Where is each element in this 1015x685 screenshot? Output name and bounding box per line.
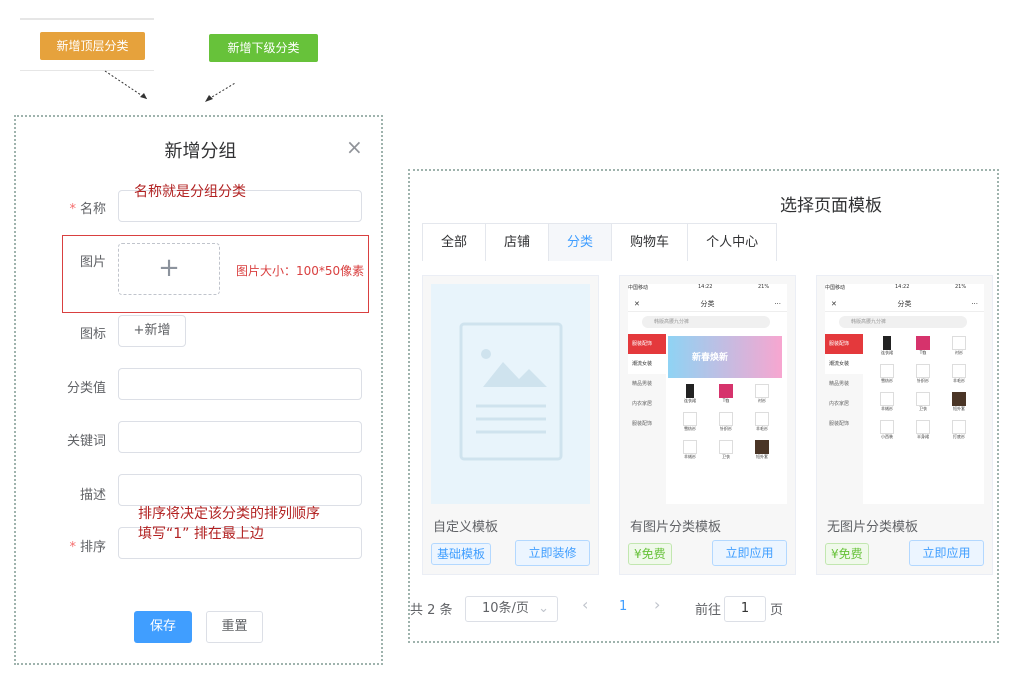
desc-input[interactable]	[118, 474, 362, 506]
close-icon[interactable]: ×	[346, 135, 363, 159]
goto-label: 前往	[695, 603, 722, 618]
template-dialog: 选择页面模板 全部 店铺 分类 购物车 个人中心 自定义模板 基础模板 立即装修…	[408, 169, 999, 643]
card-tag: 基础模板	[431, 543, 492, 565]
value-input[interactable]	[118, 368, 362, 400]
tab-profile[interactable]: 个人中心	[687, 223, 778, 261]
template-preview: 中国移动 14:22 21% ✕ 分类 ··· 韩版高腰九分裤 服装配饰 潮流女装 精品…	[628, 284, 787, 504]
more-icon: ···	[774, 300, 781, 308]
apply-button[interactable]: 立即应用	[909, 540, 984, 566]
page-unit-label: 页	[770, 603, 784, 618]
image-label: 图片	[79, 255, 106, 270]
arrows-annotation	[104, 70, 235, 102]
phone-status-bar: 中国移动 14:22 21%	[825, 284, 967, 291]
template-card-with-image: 中国移动 14:22 21% ✕ 分类 ··· 韩版高腰九分裤 服装配饰 潮流女装 精品…	[619, 275, 796, 575]
sort-label: * 排序	[69, 540, 106, 555]
decorate-button[interactable]: 立即装修	[515, 540, 590, 566]
name-annotation: 名称就是分组分类	[134, 184, 246, 200]
close-icon: ✕	[831, 300, 837, 308]
tab-category[interactable]: 分类	[548, 223, 612, 261]
name-label: * 名称	[69, 202, 106, 217]
add-top-category-button[interactable]: 新增顶层分类	[40, 32, 145, 60]
tab-shop[interactable]: 店铺	[485, 223, 549, 261]
desc-label: 描述	[79, 488, 106, 503]
image-size-annotation: 图片大小：100*50像素	[236, 264, 365, 278]
template-card-custom: 自定义模板 基础模板 立即装修	[422, 275, 599, 575]
phone-search: 韩版高腰九分裤	[839, 316, 967, 328]
template-preview: 中国移动 14:22 21% ✕ 分类 ··· 韩版高腰九分裤 服装配饰 潮流女装 精品…	[825, 284, 984, 504]
icon-label: 图标	[79, 327, 106, 342]
sort-annotation-line1: 排序将决定该分类的排列顺序	[138, 506, 320, 522]
phone-search: 韩版高腰九分裤	[642, 316, 770, 328]
placeholder-image-icon	[431, 284, 590, 504]
card-tag: ¥免费	[825, 543, 869, 565]
dialog-title: 新增分组	[164, 141, 237, 162]
goto-page-input[interactable]: 1	[724, 596, 766, 622]
card-tag: ¥免费	[628, 543, 672, 565]
keywords-label: 关键词	[66, 434, 106, 449]
card-name: 自定义模板	[433, 520, 499, 535]
phone-item-grid: 连衣裙 T恤 衬衫 雪纺衫 针织衫 羊毛衫 羊绒衫 卫衣 短外套	[672, 384, 780, 464]
phone-status-bar: 中国移动 14:22 21%	[628, 284, 770, 291]
phone-nav-bar: ✕ 分类 ···	[825, 296, 984, 312]
card-name: 无图片分类模板	[827, 520, 919, 535]
template-dialog-title: 选择页面模板	[780, 196, 882, 216]
image-upload[interactable]: +	[118, 243, 220, 295]
tab-all[interactable]: 全部	[422, 223, 486, 261]
chevron-down-icon: ⌄	[538, 601, 549, 616]
value-label: 分类值	[66, 381, 106, 396]
add-sub-category-button[interactable]: 新增下级分类	[209, 34, 318, 62]
phone-item-grid: 连衣裙 T恤 衬衫 雪纺衫 针织衫 羊毛衫 羊绒衫 卫衣 短外套 小西装 半身裙…	[869, 336, 977, 444]
page-number-1[interactable]: 1	[619, 599, 627, 614]
prev-page-button[interactable]: ‹	[582, 595, 588, 614]
next-page-button[interactable]: ›	[654, 595, 660, 614]
more-icon: ···	[971, 300, 978, 308]
phone-sidebar: 服装配饰 潮流女装 精品男装 内衣家居 服装配饰	[825, 334, 863, 504]
sort-annotation-line2: 填写“1” 排在最上边	[138, 526, 264, 542]
top-divider	[20, 18, 154, 20]
phone-sidebar: 服装配饰 潮流女装 精品男装 内衣家居 服装配饰	[628, 334, 666, 504]
add-icon-button[interactable]: +新增	[118, 315, 186, 347]
add-group-dialog: 新增分组 × * 名称 名称就是分组分类 图片 + 图片大小：100*50像素 图…	[14, 115, 383, 665]
close-icon: ✕	[634, 300, 640, 308]
apply-button[interactable]: 立即应用	[712, 540, 787, 566]
page-size-select[interactable]: 10条/页 ⌄	[465, 596, 558, 622]
template-card-no-image: 中国移动 14:22 21% ✕ 分类 ··· 韩版高腰九分裤 服装配饰 潮流女装 精品…	[816, 275, 993, 575]
keywords-input[interactable]	[118, 421, 362, 453]
template-tabs: 全部 店铺 分类 购物车 个人中心	[422, 223, 778, 261]
pager-total: 共 2 条	[410, 603, 453, 618]
card-name: 有图片分类模板	[630, 520, 722, 535]
phone-banner: 新春焕新	[668, 336, 782, 378]
tab-cart[interactable]: 购物车	[611, 223, 688, 261]
plus-icon: +	[158, 253, 180, 283]
reset-button[interactable]: 重置	[206, 611, 263, 643]
save-button[interactable]: 保存	[134, 611, 192, 643]
phone-nav-bar: ✕ 分类 ···	[628, 296, 787, 312]
